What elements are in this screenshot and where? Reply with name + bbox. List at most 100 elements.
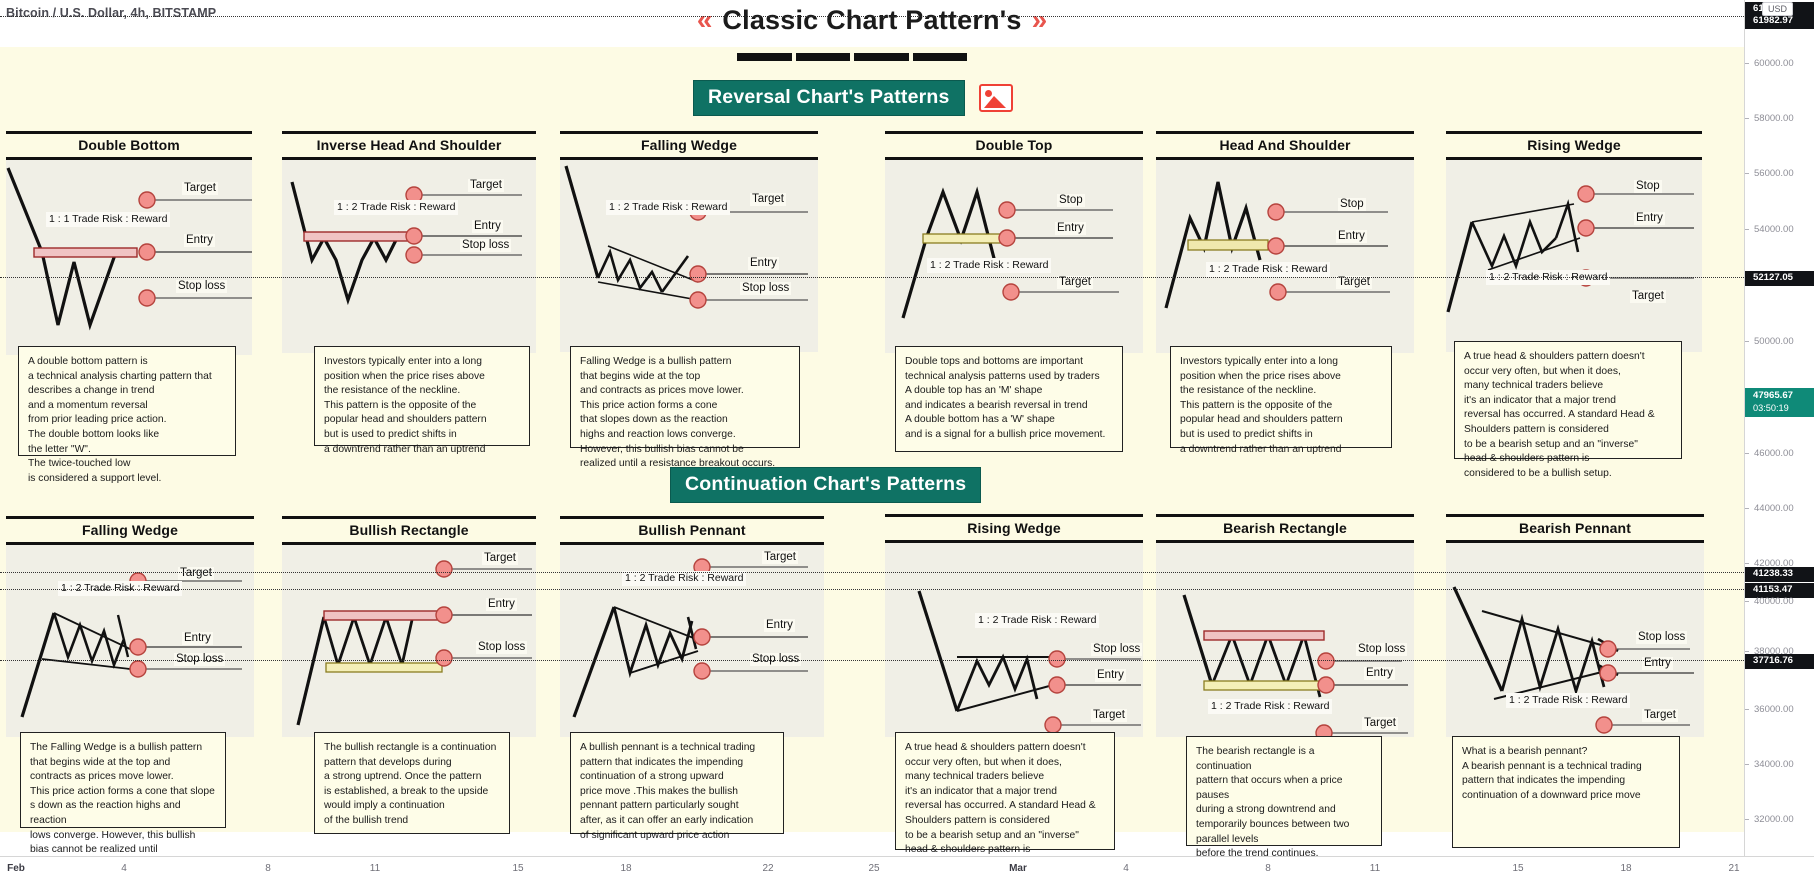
section-banner-reversal[interactable]: Reversal Chart's Patterns bbox=[693, 80, 1013, 117]
pattern-description: A true head & shoulders pattern doesn't … bbox=[895, 732, 1115, 870]
pattern-card-inverse-head-and-shoulder[interactable]: Inverse Head And Shoulder Target Entry S… bbox=[282, 131, 536, 455]
label-entry: Entry bbox=[748, 257, 779, 271]
label-stop: Stop bbox=[1634, 180, 1662, 194]
risk-reward-note: 1 : 2 Trade Risk : Reward bbox=[975, 613, 1100, 629]
price-tick-50000: 50000.00 bbox=[1745, 336, 1814, 348]
section-banner-continuation[interactable]: Continuation Chart's Patterns bbox=[670, 467, 982, 504]
risk-reward-note: 1 : 2 Trade Risk : Reward bbox=[334, 200, 459, 216]
label-target: Target bbox=[468, 179, 504, 193]
time-tick-18-mar: 18 bbox=[1620, 863, 1632, 874]
pattern-description: The bearish rectangle is a continuation … bbox=[1186, 736, 1382, 859]
price-badge-current-value: 47965.67 bbox=[1753, 390, 1794, 401]
price-line-37716 bbox=[0, 660, 1744, 661]
price-tick-40000: 40000.00 bbox=[1745, 596, 1814, 608]
label-target: Target bbox=[482, 552, 518, 566]
label-stop-loss: Stop loss bbox=[176, 280, 228, 294]
label-stop-loss: Stop loss bbox=[740, 282, 792, 296]
chevron-right-icon: » bbox=[1031, 4, 1048, 35]
label-entry: Entry bbox=[1634, 212, 1665, 226]
label-entry: Entry bbox=[1642, 657, 1673, 671]
pattern-card-bearish-pennant[interactable]: Bearish Pennant Stop loss Entry Target 1… bbox=[1446, 514, 1704, 848]
pattern-description: Investors typically enter into a long po… bbox=[1170, 346, 1392, 455]
label-entry: Entry bbox=[1336, 230, 1367, 244]
label-target: Target bbox=[1362, 717, 1398, 731]
price-scale[interactable]: 61003.97 61982.97 USD 60000.00 58000.00 … bbox=[1744, 0, 1814, 856]
pattern-description: The Falling Wedge is a bullish pattern t… bbox=[20, 732, 226, 870]
page-title: « Classic Chart Pattern's » bbox=[0, 6, 1744, 34]
label-stop: Stop bbox=[1057, 194, 1085, 208]
pattern-plot: Target Entry Stop loss 1 : 2 Trade Risk … bbox=[560, 160, 818, 352]
pattern-description: A bullish pennant is a technical trading… bbox=[570, 732, 784, 841]
page-title-text: Classic Chart Pattern's bbox=[722, 4, 1022, 35]
pattern-card-double-bottom[interactable]: Double Bottom Target Entry Stop loss 1 :… bbox=[6, 131, 252, 484]
time-tick-11-mar: 11 bbox=[1369, 863, 1381, 874]
chevron-left-icon: « bbox=[696, 4, 713, 35]
pattern-card-falling-wedge-continuation[interactable]: Falling Wedge Target Entry Stop loss 1:… bbox=[6, 516, 254, 870]
price-tick-44000: 44000.00 bbox=[1745, 503, 1814, 515]
pattern-card-bearish-rectangle[interactable]: Bearish Rectangle Stop loss Entry Target bbox=[1156, 514, 1414, 859]
pattern-card-double-top[interactable]: Double Top Stop Entry Target 1 : 2 Trade… bbox=[885, 131, 1143, 452]
currency-pill[interactable]: USD bbox=[1762, 2, 1794, 16]
pattern-plot: Target Entry Stop loss 1 : 2 Trade Risk … bbox=[282, 160, 536, 353]
pattern-description: Double tops and bottoms are important te… bbox=[895, 346, 1123, 452]
price-line-41153 bbox=[0, 589, 1744, 590]
label-target: Target bbox=[750, 193, 786, 207]
pattern-card-head-and-shoulder[interactable]: Head And Shoulder Stop Entry Target 1 : … bbox=[1156, 131, 1414, 455]
label-entry: Entry bbox=[1364, 667, 1395, 681]
pattern-card-rising-wedge-continuation[interactable]: Rising Wedge Stop loss Entry Target 1: … bbox=[885, 514, 1143, 870]
pattern-title: Rising Wedge bbox=[885, 514, 1143, 543]
label-entry: Entry bbox=[764, 619, 795, 633]
time-tick-11-feb: 11 bbox=[369, 863, 381, 874]
label-target: Target bbox=[1642, 709, 1678, 723]
label-entry: Entry bbox=[1055, 222, 1086, 236]
price-tick-56000: 56000.00 bbox=[1745, 168, 1814, 180]
title-underline-ruler bbox=[737, 53, 967, 61]
chart-canvas[interactable]: Bitcoin / U.S. Dollar, 4h, BITSTAMP « Cl… bbox=[0, 0, 1744, 870]
risk-reward-note: 1 : 2 Trade Risk : Reward bbox=[1208, 699, 1333, 715]
pattern-title: Inverse Head And Shoulder bbox=[282, 131, 536, 160]
label-stop-loss: Stop loss bbox=[460, 239, 512, 253]
pattern-title: Double Bottom bbox=[6, 131, 252, 160]
time-tick-21-mar: 21 bbox=[1728, 863, 1740, 874]
label-stop-loss: Stop loss bbox=[476, 641, 528, 655]
pattern-title: Falling Wedge bbox=[6, 516, 254, 545]
time-scale[interactable]: Feb 4 8 11 15 18 22 25 Mar 4 8 11 15 18 … bbox=[0, 856, 1814, 886]
label-entry: Entry bbox=[486, 598, 517, 612]
pattern-description: A true head & shoulders pattern doesn't … bbox=[1454, 341, 1682, 479]
price-badge-37716: 37716.76 bbox=[1745, 654, 1814, 669]
price-badge-52127: 52127.05 bbox=[1745, 271, 1814, 286]
time-tick-4-feb: 4 bbox=[121, 863, 127, 874]
price-badge-countdown: 03:50:19 bbox=[1753, 403, 1789, 413]
pattern-card-rising-wedge-reversal[interactable]: Rising Wedge Stop Entry Target 1: 2 Tra… bbox=[1446, 131, 1702, 479]
label-entry: Entry bbox=[1095, 669, 1126, 683]
time-tick-feb: Feb bbox=[7, 863, 25, 874]
pattern-description: A double bottom pattern is a technical a… bbox=[18, 346, 236, 484]
price-line-41238 bbox=[0, 572, 1744, 573]
pattern-card-bullish-rectangle[interactable]: Bullish Rectangle Target Entry Stop loss bbox=[282, 516, 536, 834]
pattern-title: Rising Wedge bbox=[1446, 131, 1702, 160]
label-stop-loss: Stop loss bbox=[1091, 643, 1143, 657]
pattern-title: Bearish Rectangle bbox=[1156, 514, 1414, 543]
label-entry: Entry bbox=[184, 234, 215, 248]
time-tick-15-mar: 15 bbox=[1512, 863, 1524, 874]
pattern-description: Investors typically enter into a long po… bbox=[314, 346, 530, 455]
pattern-plot: Target Entry Stop loss 1 : 2 Trade Risk … bbox=[560, 545, 824, 737]
price-tick-60000: 60000.00 bbox=[1745, 58, 1814, 70]
label-stop: Stop bbox=[1338, 198, 1366, 212]
section-banner-continuation-label: Continuation Chart's Patterns bbox=[670, 467, 982, 504]
price-tick-46000: 46000.00 bbox=[1745, 448, 1814, 460]
price-line-52127 bbox=[0, 277, 1744, 278]
image-icon[interactable] bbox=[978, 84, 1013, 113]
pattern-card-falling-wedge-reversal[interactable]: Falling Wedge Target Entry Stop loss 1:… bbox=[560, 131, 818, 469]
time-tick-8-mar: 8 bbox=[1265, 863, 1271, 874]
pattern-card-bullish-pennant[interactable]: Bullish Pennant Target Entry Stop loss 1… bbox=[560, 516, 824, 841]
label-stop-loss: Stop loss bbox=[1636, 631, 1688, 645]
price-badge-41238: 41238.33 bbox=[1745, 567, 1814, 582]
label-entry: Entry bbox=[182, 632, 213, 646]
price-line-61982 bbox=[0, 16, 1744, 17]
pattern-title: Falling Wedge bbox=[560, 131, 818, 160]
pattern-plot: Stop Entry Target 1 : 2 Trade Risk : Rew… bbox=[885, 160, 1143, 353]
label-target: Target bbox=[762, 551, 798, 565]
price-tick-58000: 58000.00 bbox=[1745, 113, 1814, 125]
pattern-plot: Target Entry Stop loss 1 : 1 Trade Risk … bbox=[6, 160, 252, 355]
